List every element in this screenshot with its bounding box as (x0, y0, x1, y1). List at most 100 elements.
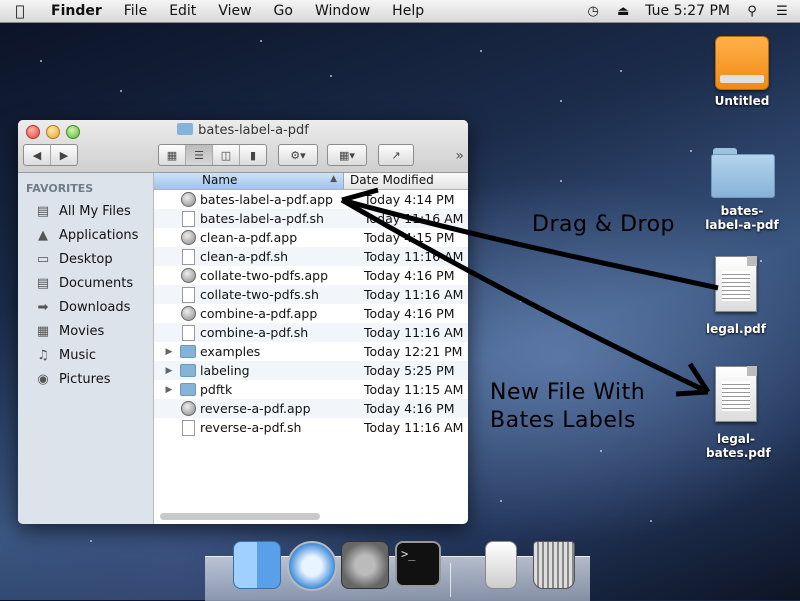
arrange-menu: ▦▾ (327, 144, 367, 166)
file-row[interactable]: reverse-a-pdf.sh Today 11:16 AM (154, 418, 468, 437)
file-row[interactable]: ▶ labeling Today 5:25 PM (154, 361, 468, 380)
annotation-drag-drop: Drag & Drop (532, 212, 675, 237)
file-name: clean-a-pdf.app (200, 230, 298, 245)
application-icon (180, 306, 196, 322)
application-icon (180, 192, 196, 208)
file-date-modified: Today 11:16 AM (364, 420, 464, 435)
sidebar-item-downloads[interactable]: ➡ Downloads (18, 295, 153, 319)
file-name: bates-label-a-pdf.sh (200, 211, 324, 226)
window-titlebar[interactable]: bates-label-a-pdf ◀ ▶ ▦ ☰ ◫ ▮ ⚙▾ ▦▾ ↗ » (18, 120, 468, 173)
eject-icon[interactable]: ⏏ (615, 3, 631, 19)
window-title: bates-label-a-pdf (18, 123, 468, 138)
finder-window: bates-label-a-pdf ◀ ▶ ▦ ☰ ◫ ▮ ⚙▾ ▦▾ ↗ » … (18, 120, 468, 524)
documents-stack-icon[interactable] (485, 541, 517, 589)
dock-separator (450, 563, 451, 597)
documents-icon: ▤ (36, 275, 50, 291)
file-name: collate-two-pdfs.app (200, 268, 329, 283)
file-name: examples (200, 344, 261, 359)
menu-window[interactable]: Window (304, 3, 381, 19)
desktop-icon-bates-folder[interactable]: bates-label-a-pdf (692, 148, 792, 232)
terminal-icon[interactable]: >_ (395, 541, 441, 587)
disclosure-triangle-icon[interactable]: ▶ (162, 347, 176, 357)
menu-file[interactable]: File (113, 3, 158, 19)
trash-icon[interactable] (533, 541, 575, 589)
time-machine-icon[interactable]: ◷ (585, 3, 601, 19)
share-control: ↗ (378, 144, 414, 166)
desktop-icon-legal-pdf[interactable]: legal.pdf (686, 256, 786, 336)
spotlight-search-icon[interactable]: ⚲ (744, 3, 760, 19)
view-mode-control: ▦ ☰ ◫ ▮ (158, 144, 267, 166)
list-view-button[interactable]: ☰ (186, 145, 213, 165)
icon-view-button[interactable]: ▦ (159, 145, 186, 165)
file-name: combine-a-pdf.sh (200, 325, 309, 340)
sort-arrow-icon: ▲ (330, 174, 337, 184)
pdf-document-icon (715, 366, 757, 422)
file-row[interactable]: clean-a-pdf.sh Today 11:16 AM (154, 247, 468, 266)
finder-icon[interactable] (233, 541, 281, 589)
file-row[interactable]: collate-two-pdfs.sh Today 11:16 AM (154, 285, 468, 304)
file-row[interactable]: ▶ pdftk Today 11:15 AM (154, 380, 468, 399)
folder-icon (177, 123, 194, 135)
apple-menu-icon[interactable]:  (0, 2, 40, 20)
document-icon (180, 286, 196, 303)
forward-button[interactable]: ▶ (51, 145, 77, 165)
downloads-icon: ➡ (37, 299, 49, 315)
folder-icon (180, 363, 196, 379)
file-row[interactable]: clean-a-pdf.app Today 4:15 PM (154, 228, 468, 247)
file-date-modified: Today 11:16 AM (364, 325, 464, 340)
file-name: collate-two-pdfs.sh (200, 287, 319, 302)
file-name: reverse-a-pdf.sh (200, 420, 302, 435)
hard-drive-icon (715, 36, 769, 90)
horizontal-scrollbar[interactable] (160, 513, 320, 520)
sidebar-item-documents[interactable]: ▤ Documents (18, 271, 153, 295)
sidebar-item-applications[interactable]: ▲ Applications (18, 223, 153, 247)
file-date-modified: Today 12:21 PM (364, 344, 463, 359)
share-icon[interactable]: ↗ (379, 145, 413, 165)
sidebar-item-all-my-files[interactable]: ▤ All My Files (18, 199, 153, 223)
file-row[interactable]: combine-a-pdf.app Today 4:16 PM (154, 304, 468, 323)
file-row[interactable]: collate-two-pdfs.app Today 4:16 PM (154, 266, 468, 285)
menu-edit[interactable]: Edit (158, 3, 207, 19)
menu-go[interactable]: Go (263, 3, 304, 19)
sidebar-heading: FAVORITES (26, 182, 94, 195)
column-view-button[interactable]: ◫ (213, 145, 240, 165)
file-name: bates-label-a-pdf.app (200, 192, 333, 207)
file-date-modified: Today 4:16 PM (364, 401, 455, 416)
file-date-modified: Today 11:15 AM (364, 382, 464, 397)
system-preferences-icon[interactable] (341, 541, 389, 589)
cover-flow-button[interactable]: ▮ (240, 145, 266, 165)
menubar-clock[interactable]: Tue 5:27 PM (645, 3, 730, 19)
sidebar-item-movies[interactable]: ▦ Movies (18, 319, 153, 343)
menu-view[interactable]: View (207, 3, 262, 19)
file-row[interactable]: combine-a-pdf.sh Today 11:16 AM (154, 323, 468, 342)
file-row[interactable]: ▶ examples Today 12:21 PM (154, 342, 468, 361)
file-rows: bates-label-a-pdf.app Today 4:14 PM bates-… (154, 190, 468, 437)
file-name: combine-a-pdf.app (200, 306, 318, 321)
file-date-modified: Today 4:16 PM (364, 268, 455, 283)
sidebar-item-music[interactable]: ♫ Music (18, 343, 153, 367)
file-name: pdftk (200, 382, 233, 397)
file-row[interactable]: bates-label-a-pdf.sh Today 11:16 AM (154, 209, 468, 228)
desktop-icon-untitled[interactable]: Untitled (692, 36, 792, 108)
toolbar-overflow-icon[interactable]: » (455, 148, 464, 164)
notification-center-icon[interactable]: ☰ (774, 3, 790, 19)
desktop-icon-legal-bates-pdf[interactable]: legal-bates.pdf (686, 366, 786, 460)
application-icon (180, 268, 196, 284)
file-row[interactable]: reverse-a-pdf.app Today 4:16 PM (154, 399, 468, 418)
pictures-icon: ◉ (37, 371, 49, 387)
back-button[interactable]: ◀ (24, 145, 51, 165)
safari-icon[interactable] (287, 541, 337, 591)
sidebar-item-desktop[interactable]: ▭ Desktop (18, 247, 153, 271)
column-header-name[interactable]: Name ▲ (154, 173, 344, 189)
file-date-modified: Today 4:14 PM (364, 192, 455, 207)
menu-help[interactable]: Help (381, 3, 435, 19)
disclosure-triangle-icon[interactable]: ▶ (162, 366, 176, 376)
column-header-date[interactable]: Date Modified (344, 173, 434, 189)
menu-finder[interactable]: Finder (40, 3, 113, 19)
arrange-icon[interactable]: ▦▾ (328, 145, 366, 165)
sidebar-item-pictures[interactable]: ◉ Pictures (18, 367, 153, 391)
file-date-modified: Today 4:15 PM (364, 230, 455, 245)
file-row[interactable]: bates-label-a-pdf.app Today 4:14 PM (154, 190, 468, 209)
disclosure-triangle-icon[interactable]: ▶ (162, 385, 176, 395)
gear-icon[interactable]: ⚙▾ (279, 145, 317, 165)
